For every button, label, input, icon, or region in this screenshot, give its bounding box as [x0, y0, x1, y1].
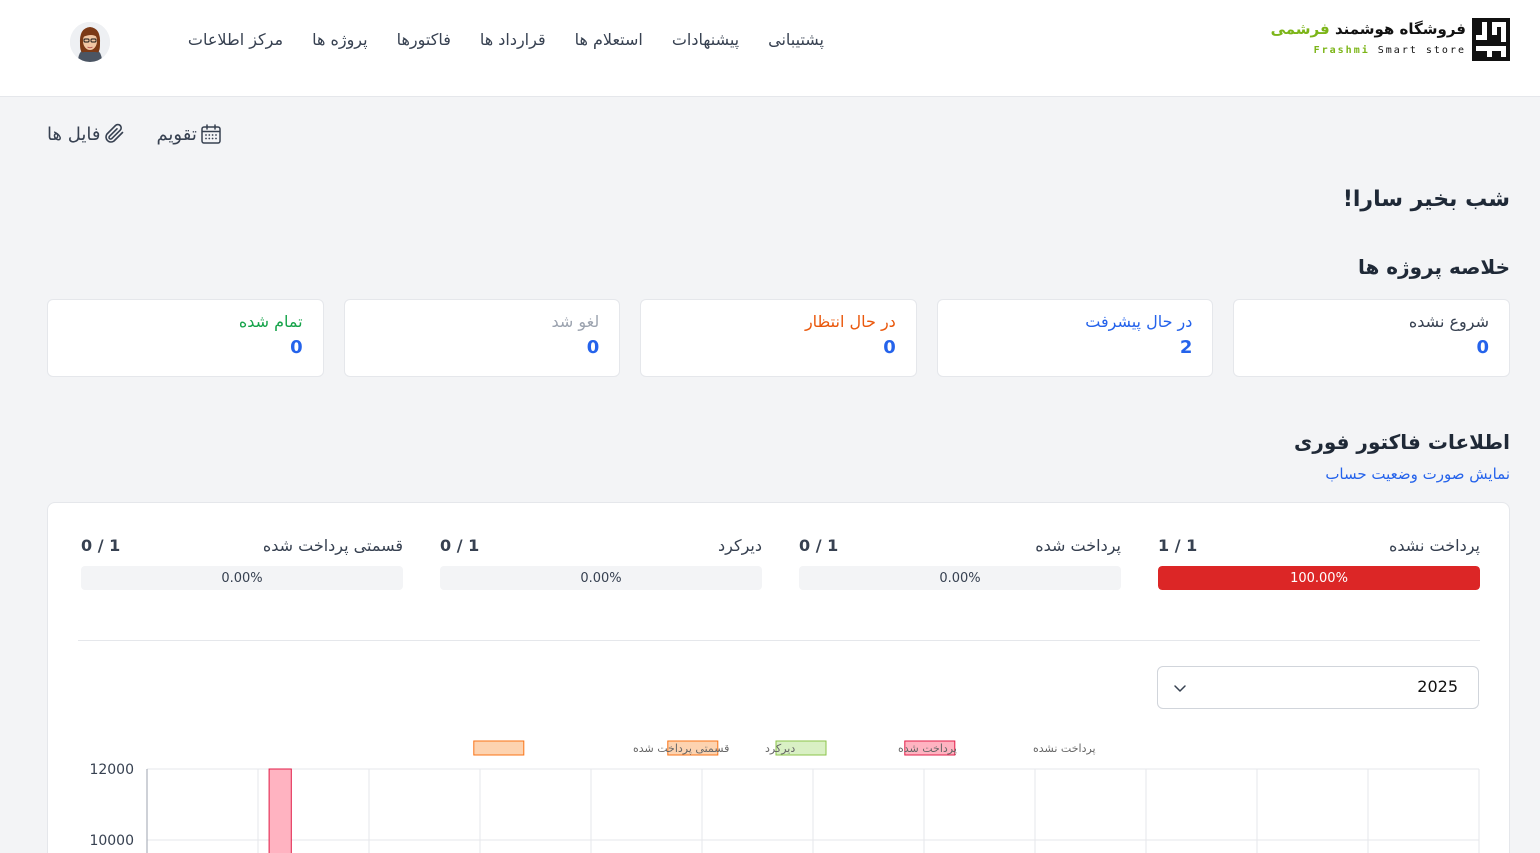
- invoice-stats: پرداخت نشده 1 / 1 100.00% پرداخت شده 0 /…: [78, 533, 1480, 590]
- calendar-label: تقویم: [156, 123, 197, 145]
- legend-swatch: [473, 740, 525, 756]
- avatar-image: [70, 22, 110, 62]
- nav-support[interactable]: پشتیبانی: [768, 30, 824, 54]
- main-nav: مرکز اطلاعات پروژه ها فاکتورها قرارداد ه…: [188, 30, 824, 54]
- progress-text: 0.00%: [580, 570, 622, 586]
- card-value: 0: [1476, 337, 1489, 358]
- stat-ratio: 0 / 1: [440, 535, 480, 555]
- card-finished[interactable]: تمام شده 0: [47, 299, 324, 377]
- nav-info-center[interactable]: مرکز اطلاعات: [188, 30, 283, 54]
- user-avatar[interactable]: [70, 22, 110, 62]
- nav-projects[interactable]: پروژه ها: [312, 30, 368, 54]
- card-value: 0: [290, 337, 303, 358]
- nav-contracts[interactable]: قرارداد ها: [480, 30, 546, 54]
- year-select-value: 2025: [1417, 677, 1458, 696]
- stat-ratio: 0 / 1: [799, 535, 839, 555]
- progress-text: 0.00%: [221, 570, 263, 586]
- section-divider: [78, 640, 1480, 641]
- progress-bar: 0.00%: [440, 566, 762, 590]
- card-label: لغو شد: [551, 312, 600, 331]
- card-value: 2: [1179, 337, 1193, 358]
- card-label: در حال پیشرفت: [1085, 312, 1193, 331]
- files-button[interactable]: فایل ها: [47, 122, 126, 146]
- brand-tagline: Frashmi Smart store: [1313, 45, 1466, 56]
- y-tick-label: 10000: [89, 833, 134, 849]
- nav-proposals[interactable]: پیشنهادات: [672, 30, 739, 54]
- nav-inquiries[interactable]: استعلام ها: [575, 30, 643, 54]
- progress-text: 0.00%: [939, 570, 981, 586]
- stat-partially-paid: قسمتی پرداخت شده 0 / 1 0.00%: [81, 533, 403, 590]
- card-not-started[interactable]: شروع نشده 0: [1233, 299, 1510, 377]
- y-tick-label: 12000: [89, 762, 134, 778]
- stat-unpaid: پرداخت نشده 1 / 1 100.00%: [1158, 533, 1480, 590]
- legend-label: دیرکرد: [765, 742, 795, 755]
- year-select[interactable]: 2025: [1157, 666, 1479, 709]
- stat-ratio: 0 / 1: [81, 535, 121, 555]
- invoice-info-title: اطلاعات فاکتور فوری: [1293, 430, 1510, 454]
- nav-invoices[interactable]: فاکتورها: [397, 30, 451, 54]
- stat-paid: پرداخت شده 0 / 1 0.00%: [799, 533, 1121, 590]
- top-header: فروشگاه هوشمند فرشمی Frashmi Smart store…: [0, 0, 1540, 97]
- brand-logo-mark: [1472, 18, 1510, 61]
- brand-name: فروشگاه هوشمند فرشمی: [1270, 20, 1466, 38]
- legend-label: پرداخت نشده: [1033, 742, 1096, 755]
- greeting-heading: شب بخیر سارا!: [1342, 187, 1510, 212]
- stat-label: دیرکرد: [718, 535, 762, 555]
- stat-overdue: دیرکرد 0 / 1 0.00%: [440, 533, 762, 590]
- legend-label: پرداخت شده: [898, 742, 957, 755]
- paperclip-icon: [105, 123, 124, 143]
- card-value: 0: [883, 337, 896, 358]
- calendar-icon: [201, 124, 221, 144]
- stat-ratio: 1 / 1: [1158, 535, 1198, 555]
- card-label: شروع نشده: [1408, 312, 1489, 331]
- brand-logo[interactable]: فروشگاه هوشمند فرشمی Frashmi Smart store: [1271, 18, 1510, 62]
- calendar-button[interactable]: تقویم: [156, 122, 222, 146]
- card-on-hold[interactable]: در حال انتظار 0: [640, 299, 917, 377]
- quick-tools: فایل ها تقویم: [47, 122, 223, 146]
- card-value: 0: [586, 337, 600, 358]
- progress-text: 100.00%: [1290, 570, 1348, 586]
- progress-bar: 0.00%: [81, 566, 403, 590]
- invoice-panel: پرداخت نشده 1 / 1 100.00% پرداخت شده 0 /…: [47, 502, 1510, 853]
- progress-bar: 100.00%: [1158, 566, 1480, 590]
- stat-label: قسمتی پرداخت شده: [262, 535, 403, 555]
- chart-bar: [268, 768, 292, 853]
- legend-label: قسمتی پرداخت شده: [633, 742, 729, 755]
- card-label: در حال انتظار: [804, 312, 896, 331]
- invoice-chart: پرداخت نشده پرداخت شده دیرکرد قسمتی پرداخت …: [89, 740, 1480, 853]
- card-cancelled[interactable]: لغو شد 0: [343, 299, 621, 377]
- files-label: فایل ها: [47, 123, 101, 145]
- account-statement-link[interactable]: نمایش صورت وضعیت حساب: [1325, 465, 1510, 483]
- chevron-down-icon: [1174, 685, 1186, 692]
- progress-bar: 0.00%: [799, 566, 1121, 590]
- card-label: تمام شده: [238, 312, 303, 331]
- projects-summary-title: خلاصه پروژه ها: [1357, 255, 1510, 279]
- card-in-progress[interactable]: در حال پیشرفت 2: [936, 299, 1214, 377]
- stat-label: پرداخت نشده: [1388, 535, 1480, 555]
- stat-label: پرداخت شده: [1035, 535, 1121, 555]
- project-status-cards: شروع نشده 0 در حال پیشرفت 2 در حال انتظا…: [47, 299, 1510, 377]
